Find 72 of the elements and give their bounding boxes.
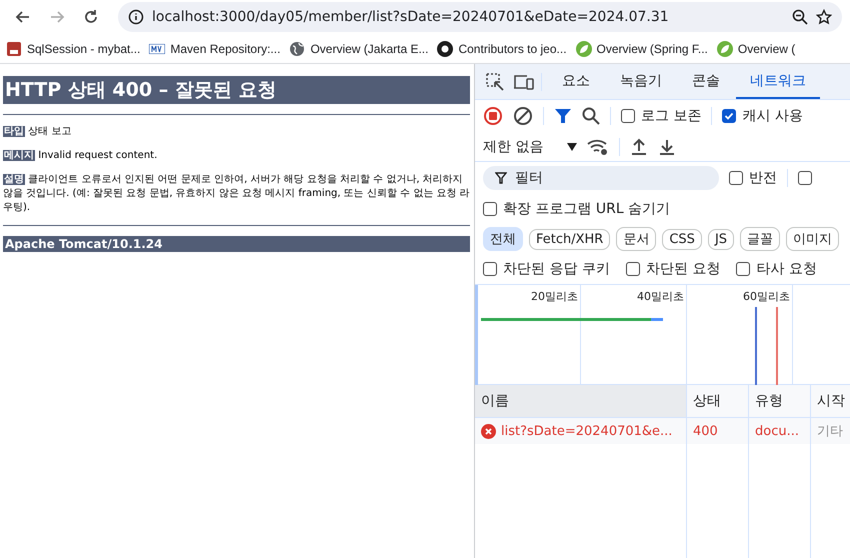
checkbox-label: 확장 프로그램 URL 숨기기 xyxy=(503,200,670,218)
upload-icon[interactable] xyxy=(630,138,648,156)
bookmark[interactable]: Contributors to jeo... xyxy=(437,40,567,56)
leaf-icon xyxy=(716,40,733,56)
status-cell: 400 xyxy=(687,418,749,444)
globe-icon xyxy=(289,40,306,56)
throttling-dropdown[interactable]: 제한 없음 xyxy=(483,138,578,156)
bookmark[interactable]: Overview (Jakarta E... xyxy=(289,40,428,56)
checkbox-label: 타사 요청 xyxy=(756,260,817,278)
devtools-tab[interactable]: 콘솔 xyxy=(678,64,734,99)
type-filter-chip[interactable]: 전체 xyxy=(483,227,523,251)
devtools-tab[interactable]: 요소 xyxy=(548,64,604,99)
type-cell: docu... xyxy=(749,418,811,444)
checkbox-label: 차단된 요청 xyxy=(646,260,720,278)
bookmark[interactable]: SqlSession - mybat... xyxy=(6,40,140,56)
time-tick: 20밀리초 xyxy=(531,289,578,303)
mvn-icon xyxy=(149,44,166,54)
back-icon[interactable] xyxy=(15,9,31,25)
bookmark[interactable]: Overview (Spring F... xyxy=(576,40,708,56)
type-filter-chip[interactable]: 문서 xyxy=(616,227,656,251)
filter-icon xyxy=(495,172,507,184)
address-bar[interactable]: localhost:3000/day05/member/list?sDate=20240701&eDate=2024.07.31 xyxy=(118,2,842,32)
checkbox-label: 로그 보존 xyxy=(641,107,702,125)
type-filter-chip[interactable]: 이미지 xyxy=(786,227,840,251)
column-header[interactable]: 이름 xyxy=(475,384,687,418)
inspect-icon[interactable] xyxy=(485,72,505,92)
zoom-out-icon[interactable] xyxy=(792,9,808,25)
reload-icon[interactable] xyxy=(83,9,99,25)
star-icon[interactable] xyxy=(816,9,832,25)
initiator-cell: 기타 xyxy=(811,418,850,444)
checkbox[interactable] xyxy=(483,202,497,216)
info-icon xyxy=(128,9,144,25)
column-header[interactable]: 시작 xyxy=(811,384,850,418)
time-tick: 40밀리초 xyxy=(637,289,684,303)
error-detail: 타입 상태 보고 xyxy=(3,125,72,139)
bookmark[interactable]: Overview ( xyxy=(716,40,796,56)
time-tick: 60밀리초 xyxy=(743,289,790,303)
checkbox[interactable] xyxy=(483,262,497,276)
clear-icon[interactable] xyxy=(513,106,533,126)
type-filter-chip[interactable]: CSS xyxy=(662,228,702,250)
request-name-cell[interactable]: list?sDate=20240701&e... xyxy=(475,418,687,444)
filter-field[interactable]: 필터 xyxy=(483,166,719,190)
type-filter-chip[interactable]: JS xyxy=(708,228,734,250)
type-filter-chip[interactable]: 글꼴 xyxy=(740,227,780,251)
url-text: localhost:3000/day05/member/list?sDate=20240701&eDate=2024.07.31 xyxy=(152,9,670,25)
checkbox[interactable] xyxy=(736,262,750,276)
checkbox-label: 캐시 사용 xyxy=(742,107,803,125)
devtools-tab[interactable]: 녹음기 xyxy=(606,64,676,99)
column-header[interactable]: 유형 xyxy=(749,384,811,418)
server-footer: Apache Tomcat/10.1.24 xyxy=(3,236,470,252)
search-icon[interactable] xyxy=(582,107,600,125)
devtools-tab[interactable]: 네트워크 xyxy=(736,64,820,99)
wifi-gear-icon[interactable] xyxy=(587,138,610,156)
checkbox[interactable] xyxy=(626,262,640,276)
error-detail: 메시지 Invalid request content. xyxy=(3,149,158,163)
checkbox[interactable] xyxy=(621,109,635,123)
request-name: list?sDate=20240701&e... xyxy=(501,424,672,438)
checkbox-label: 차단된 응답 쿠키 xyxy=(503,260,610,278)
checkbox-label: 반전 xyxy=(749,169,777,187)
filter-icon[interactable] xyxy=(554,107,572,125)
checkbox[interactable] xyxy=(798,171,812,185)
type-filter-chip[interactable]: Fetch/XHR xyxy=(529,228,610,250)
checkbox[interactable] xyxy=(729,171,743,185)
column-header[interactable]: 상태 xyxy=(687,384,749,418)
leaf-icon xyxy=(576,40,592,56)
bookmark[interactable]: Maven Repository:... xyxy=(149,42,280,56)
error-title: HTTP 상태 400 – 잘못된 요청 xyxy=(3,76,470,104)
record-icon[interactable] xyxy=(483,106,503,126)
download-icon[interactable] xyxy=(658,138,676,156)
caret-icon xyxy=(567,142,578,150)
checkbox[interactable] xyxy=(722,109,736,123)
error-detail: 설명 클라이언트 오류로서 인지된 어떤 문제로 인하여, 서버가 해당 요청을 처리할 수 없거나, 처리하지 않을 것입니다. (예: 잘못된 요청 문법, 유효하지 않은 요청 메시지 framing, 또는 신뢰할 수 없는 요청 라우팅). xyxy=(3,173,470,215)
